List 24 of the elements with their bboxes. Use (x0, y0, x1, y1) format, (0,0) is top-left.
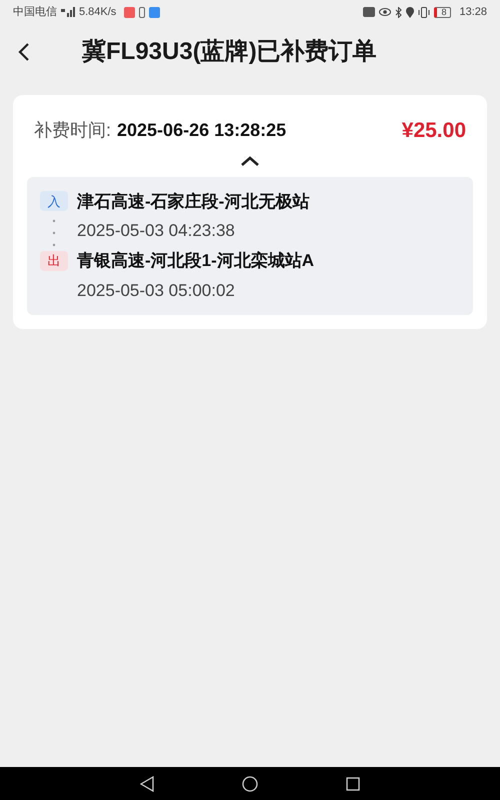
back-nav-button[interactable] (140, 776, 154, 792)
stop-time: 2025-05-03 04:23:38 (77, 220, 235, 242)
bluetooth-icon (395, 6, 402, 18)
battery-icon: 8 (434, 6, 452, 18)
vibrate-icon (418, 6, 430, 18)
home-nav-button[interactable] (242, 776, 258, 792)
eye-icon (379, 8, 392, 16)
location-icon (406, 6, 414, 18)
page-title: 冀FL93U3(蓝牌)已补费订单 (82, 37, 377, 67)
recents-nav-button[interactable] (346, 776, 360, 790)
amount: ¥25.00 (402, 118, 466, 144)
station-name: 津石高速-石家庄段-河北无极站 (77, 190, 310, 212)
carrier-name: 中国电信 (13, 4, 57, 20)
battery-outline-icon (139, 6, 146, 18)
stop-tag: 出 (40, 250, 68, 271)
payment-time-label: 补费时间: (34, 119, 112, 142)
app-icon (124, 6, 136, 18)
stop-time: 2025-05-03 05:00:02 (77, 280, 235, 302)
payment-time: 2025-06-26 13:28:25 (117, 119, 286, 142)
network-speed: 5.84K/s (79, 4, 116, 20)
station-name: 青银高速-河北段1-河北栾城站A (77, 250, 314, 272)
clock-time: 13:28 (459, 4, 487, 20)
signal-icon (61, 7, 75, 17)
stop-tag: 入 (40, 191, 68, 212)
